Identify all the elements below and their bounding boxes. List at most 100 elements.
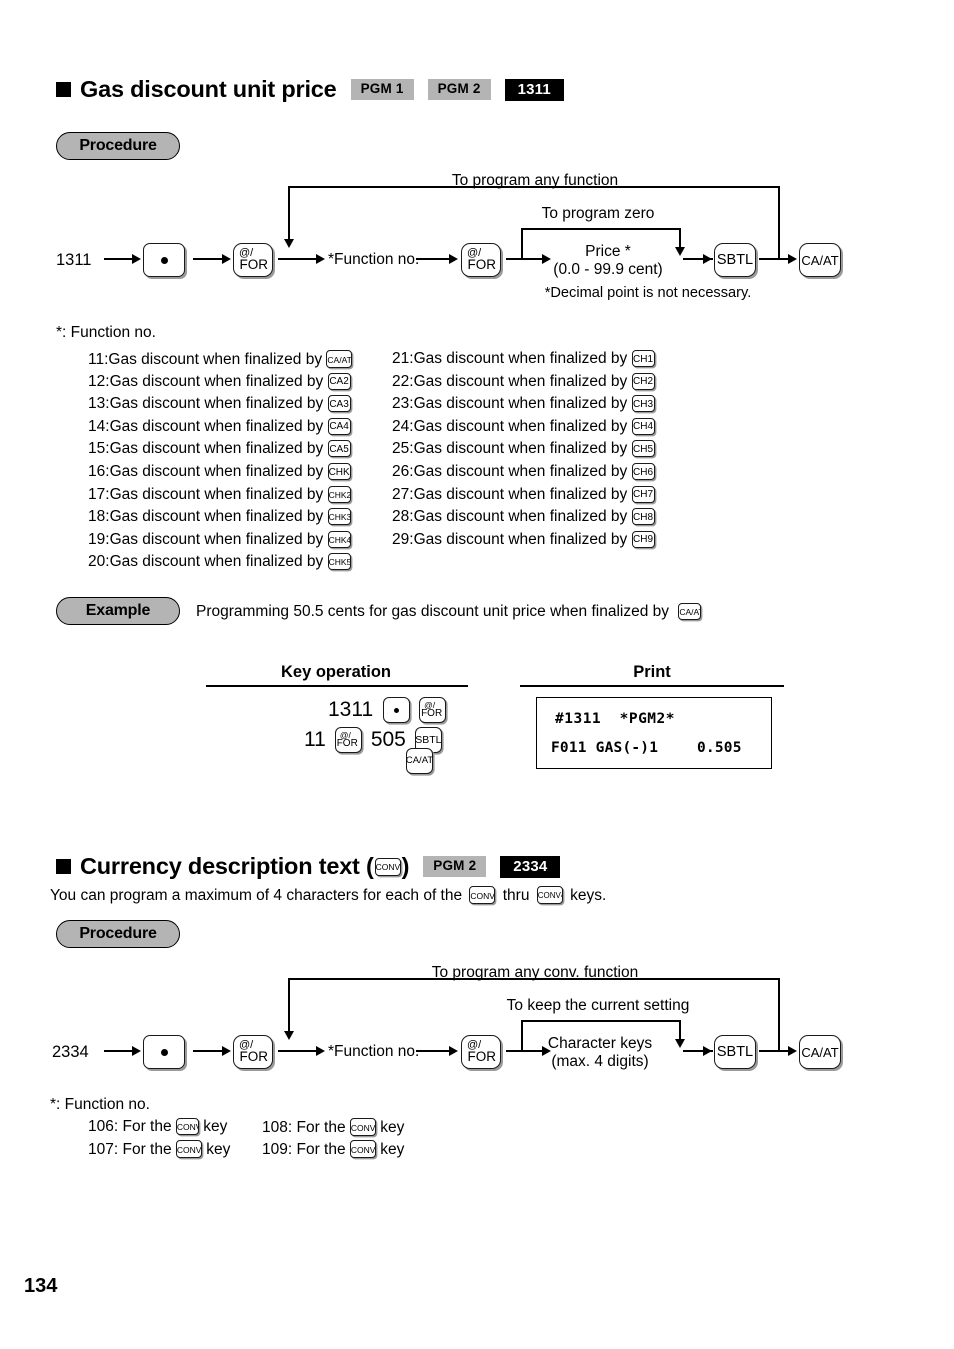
flow2-decimal-key[interactable] <box>143 1035 185 1069</box>
flow2-start-code: 2334 <box>52 1043 89 1061</box>
flow1-branch-vline-return-1 <box>778 186 780 258</box>
list-item-number: 23: <box>392 395 414 413</box>
list-item-label: For the <box>122 1118 172 1135</box>
keyop-at-for-key-2[interactable]: @/ FOR <box>334 727 362 753</box>
col-rule-print <box>520 685 784 687</box>
list-item-label: Gas discount when finalized by <box>109 485 324 503</box>
list-item-key-icon: CH6 <box>631 463 655 480</box>
at-for-line2: FOR <box>336 737 358 749</box>
list-item-key-icon: CH1 <box>631 350 655 367</box>
flow2-sbtl-key[interactable]: SBTL <box>714 1035 756 1069</box>
keyop-row-1: 1311 @/ FOR <box>328 697 447 723</box>
list-item: 12:Gas discount when finalized by CA2 <box>88 372 351 390</box>
section2-intro-mid: thru <box>502 887 530 904</box>
col-header-key-operation: Key operation <box>280 663 392 681</box>
list-item: 107: For the CONV2 key <box>88 1140 230 1158</box>
list-item: 106: For the CONV key <box>88 1118 227 1135</box>
badge-code-1311: 1311 <box>504 78 564 101</box>
list-item: 23:Gas discount when finalized by CH3 <box>392 395 655 413</box>
list-item-key-icon: CHK4 <box>327 530 351 548</box>
badge-code-2334: 2334 <box>500 855 561 878</box>
list-item: 20:Gas discount when finalized by CHK5 <box>88 553 351 571</box>
list-item-number: 12: <box>88 372 110 390</box>
flow1-branch-vline-2 <box>521 228 523 258</box>
list-item: 108: For the CONV3 key <box>262 1118 404 1136</box>
list-item: 15:Gas discount when finalized by CA5 <box>88 440 351 458</box>
list-item-number: 27: <box>392 485 414 503</box>
list-item-label: Gas discount when finalized by <box>108 351 323 368</box>
keyop-decimal-key[interactable] <box>383 697 411 723</box>
section2-intro: You can program a maximum of 4 character… <box>50 886 606 904</box>
section2-conv-key-icon: CONV <box>374 857 401 876</box>
flow1-price-line2: (0.0 - 99.9 cent) <box>553 261 663 278</box>
keyop-row2-number-2: 505 <box>370 728 406 751</box>
procedure-pill-2: Procedure <box>56 920 180 948</box>
list-item: 13:Gas discount when finalized by CA3 <box>88 395 351 413</box>
flow1-arrow-3 <box>316 254 325 264</box>
list-item-key-icon: CH5 <box>631 440 655 458</box>
flow1-caat-key[interactable]: CA/AT <box>799 243 841 277</box>
flow1-price-line1: Price * <box>585 243 631 260</box>
keyop-caat-key[interactable]: CA/AT <box>406 748 433 774</box>
list-item-label: Gas discount when finalized by <box>413 463 628 480</box>
flow2-at-for-key-1[interactable]: @/ FOR <box>233 1035 273 1069</box>
flow2-branch-vline-2 <box>521 1020 523 1050</box>
list-item-label: Gas discount when finalized by <box>109 395 324 413</box>
list-item-label: Gas discount when finalized by <box>109 508 324 526</box>
flow1-branch-mid-label: To program zero <box>541 205 655 222</box>
list-item-key-icon: CHK <box>327 463 351 480</box>
flow1-arrow-4 <box>449 254 458 264</box>
list-item-label: Gas discount when finalized by <box>413 508 628 526</box>
flow2-branch-vline-return-1 <box>778 978 780 1050</box>
list-item-key-icon: CONV2 <box>175 1140 202 1158</box>
flow2-caat-key[interactable]: CA/AT <box>799 1035 841 1069</box>
list-item-number: 17: <box>88 485 110 503</box>
list-item-label: Gas discount when finalized by <box>109 553 324 571</box>
list-item-key-icon: CHK3 <box>327 508 351 526</box>
flow1-arrow-6 <box>703 254 712 264</box>
flow2-branch-hline-2 <box>521 1020 681 1022</box>
list-item-label: Gas discount when finalized by <box>413 530 628 548</box>
list-item: 21:Gas discount when finalized by CH1 <box>392 350 655 367</box>
section1-title: Gas discount unit price <box>80 76 337 102</box>
list-item-key-icon: CA5 <box>327 440 351 458</box>
flow1-function-no: *Function no. <box>328 251 420 268</box>
list-item-suffix: key <box>206 1141 231 1158</box>
list-item-suffix: key <box>203 1118 228 1135</box>
list-item-number: 106: <box>88 1118 119 1135</box>
list-item-number: 26: <box>392 463 414 480</box>
at-for-line2: FOR <box>421 707 443 719</box>
list-item-label: Gas discount when finalized by <box>109 530 324 548</box>
flow1-arrow-7 <box>788 254 797 264</box>
section2-intro-key1-icon: CONV <box>469 886 496 904</box>
list-item-number: 18: <box>88 508 110 526</box>
at-for-line2: FOR <box>239 257 269 273</box>
list-item-label: Gas discount when finalized by <box>109 463 324 480</box>
list-item-number: 15: <box>88 440 110 458</box>
list-item-label: Gas discount when finalized by <box>413 417 628 435</box>
list-item-number: 107: <box>88 1141 119 1158</box>
list-item-label: Gas discount when finalized by <box>109 440 324 458</box>
flow1-decimal-key[interactable] <box>143 243 185 277</box>
list-item-number: 24: <box>392 417 414 435</box>
list-item-label: Gas discount when finalized by <box>109 372 324 390</box>
flow2-at-for-key-2[interactable]: @/ FOR <box>461 1035 501 1069</box>
keyop-at-for-key-1[interactable]: @/ FOR <box>419 697 447 723</box>
flow2-arrow-2 <box>222 1046 231 1056</box>
list-item-number: 20: <box>88 553 110 571</box>
flow1-branch-hline-1 <box>288 186 780 188</box>
list-item-suffix: key <box>380 1119 405 1136</box>
flow1-at-for-key-1[interactable]: @/ FOR <box>233 243 273 277</box>
flow2-arrow-1 <box>132 1046 141 1056</box>
list-item-key-icon: CH4 <box>631 417 655 435</box>
list-item-label: Gas discount when finalized by <box>109 417 324 435</box>
flow1-footnote: *Decimal point is not necessary. <box>544 285 752 301</box>
list-item-label: For the <box>296 1119 346 1136</box>
flow1-sbtl-key[interactable]: SBTL <box>714 243 756 277</box>
example-text-label: Programming 50.5 cents for gas discount … <box>196 603 669 620</box>
bullet-square-icon <box>56 859 71 874</box>
bullet-square-icon <box>56 82 71 97</box>
flow1-at-for-key-2[interactable]: @/ FOR <box>461 243 501 277</box>
flow1-arrow-2 <box>222 254 231 264</box>
keyop-row2-number-1: 11 <box>304 728 326 751</box>
